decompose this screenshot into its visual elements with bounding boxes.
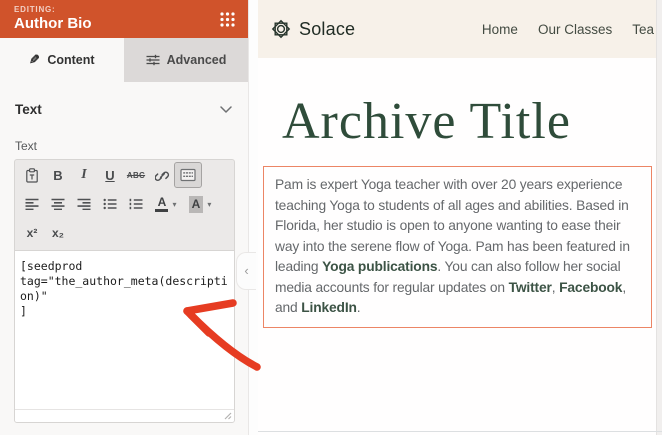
site-nav: Home Our Classes Tea bbox=[482, 0, 654, 58]
shortcode-textarea[interactable]: [seedprod tag="the_author_meta(descripti… bbox=[15, 250, 234, 409]
builder-sidebar: EDITING: Author Bio ✎ Content bbox=[0, 0, 248, 435]
tab-content-label: Content bbox=[47, 53, 94, 67]
section-text-header[interactable]: Text bbox=[0, 82, 248, 117]
toolbar-row-1: B I U ABC bbox=[15, 160, 234, 189]
strikethrough-icon: ABC bbox=[127, 171, 145, 180]
live-preview: Solace Home Our Classes Tea Archive Titl… bbox=[258, 0, 656, 435]
editing-label: EDITING: bbox=[14, 5, 234, 14]
bio-link[interactable]: Twitter bbox=[509, 280, 552, 295]
preview-content: Archive Title Pam is expert Yoga teacher… bbox=[258, 58, 656, 328]
toolbar-row-2: A ▾ A ▾ bbox=[15, 189, 234, 218]
align-right-icon bbox=[77, 198, 91, 210]
bio-text: . bbox=[357, 300, 361, 315]
align-right-button[interactable] bbox=[71, 192, 97, 216]
page-title: Archive Title bbox=[282, 96, 656, 148]
site-header: Solace Home Our Classes Tea bbox=[258, 0, 656, 58]
site-name: Solace bbox=[299, 19, 355, 40]
block-name: Author Bio bbox=[14, 15, 234, 32]
collapse-panel-button[interactable]: ‹ bbox=[236, 252, 256, 290]
bio-link[interactable]: Yoga publications bbox=[322, 259, 437, 274]
bio-link[interactable]: LinkedIn bbox=[301, 300, 357, 315]
toolbar-toggle-icon bbox=[180, 168, 196, 182]
pencil-icon: ✎ bbox=[29, 52, 40, 68]
nav-home[interactable]: Home bbox=[482, 22, 518, 37]
section-title: Text bbox=[15, 102, 42, 117]
background-color-icon: A bbox=[189, 196, 204, 213]
chevron-down-icon bbox=[220, 106, 232, 113]
author-bio-block[interactable]: Pam is expert Yoga teacher with over 20 … bbox=[263, 166, 652, 328]
caret-down-icon: ▾ bbox=[207, 200, 211, 209]
link-icon bbox=[155, 168, 170, 183]
superscript-icon: x² bbox=[27, 226, 38, 240]
page-builder-app: EDITING: Author Bio ✎ Content bbox=[0, 0, 662, 435]
align-center-button[interactable] bbox=[45, 192, 71, 216]
strikethrough-button[interactable]: ABC bbox=[123, 163, 149, 187]
panel-body: Text Text B bbox=[0, 82, 248, 435]
bold-icon: B bbox=[53, 168, 62, 183]
paste-as-text-button[interactable] bbox=[19, 163, 45, 187]
align-center-icon bbox=[51, 198, 65, 210]
align-left-icon bbox=[25, 198, 39, 210]
link-button[interactable] bbox=[149, 163, 175, 187]
clipboard-icon bbox=[25, 168, 39, 183]
underline-icon: U bbox=[105, 168, 114, 183]
panel-tabs: ✎ Content Advanced bbox=[0, 38, 248, 82]
resize-grip-icon[interactable] bbox=[224, 412, 232, 420]
align-left-button[interactable] bbox=[19, 192, 45, 216]
bullet-list-icon bbox=[103, 198, 117, 210]
superscript-button[interactable]: x² bbox=[19, 221, 45, 245]
window-edge bbox=[656, 0, 662, 435]
background-color-button[interactable]: A ▾ bbox=[183, 192, 217, 216]
numbered-list-button[interactable] bbox=[123, 192, 149, 216]
collapse-chevron-icon: ‹ bbox=[244, 264, 248, 277]
text-color-button[interactable]: A ▾ bbox=[149, 192, 183, 216]
toolbar-row-3: x² x₂ bbox=[15, 218, 234, 250]
tab-advanced[interactable]: Advanced bbox=[124, 38, 248, 82]
richtext-editor: B I U ABC bbox=[14, 159, 235, 423]
subscript-button[interactable]: x₂ bbox=[45, 221, 71, 245]
bio-paragraph: Pam is expert Yoga teacher with over 20 … bbox=[275, 175, 640, 319]
caret-down-icon: ▾ bbox=[172, 200, 176, 209]
numbered-list-icon bbox=[129, 198, 143, 210]
toolbar-toggle-button[interactable] bbox=[175, 163, 201, 187]
text-color-icon: A bbox=[155, 196, 168, 212]
italic-button[interactable]: I bbox=[71, 163, 97, 187]
subscript-icon: x₂ bbox=[52, 226, 64, 240]
site-logo[interactable]: Solace bbox=[270, 18, 355, 40]
starburst-logo-icon bbox=[270, 18, 292, 40]
bio-link[interactable]: Facebook bbox=[559, 280, 622, 295]
text-field-label: Text bbox=[0, 117, 248, 159]
bullet-list-button[interactable] bbox=[97, 192, 123, 216]
panel-header-text: EDITING: Author Bio bbox=[14, 5, 234, 32]
nav-our-classes[interactable]: Our Classes bbox=[538, 22, 612, 37]
nav-teachers[interactable]: Tea bbox=[632, 22, 654, 37]
italic-icon: I bbox=[81, 167, 86, 183]
grid-dots-icon[interactable] bbox=[219, 11, 236, 28]
editor-statusbar bbox=[15, 409, 234, 422]
preview-bottom-edge bbox=[258, 431, 662, 432]
panel-header: EDITING: Author Bio bbox=[0, 0, 248, 38]
panel-divider bbox=[248, 0, 258, 435]
tab-content[interactable]: ✎ Content bbox=[0, 38, 124, 82]
sliders-icon bbox=[146, 54, 160, 66]
tab-advanced-label: Advanced bbox=[167, 53, 227, 67]
underline-button[interactable]: U bbox=[97, 163, 123, 187]
bold-button[interactable]: B bbox=[45, 163, 71, 187]
